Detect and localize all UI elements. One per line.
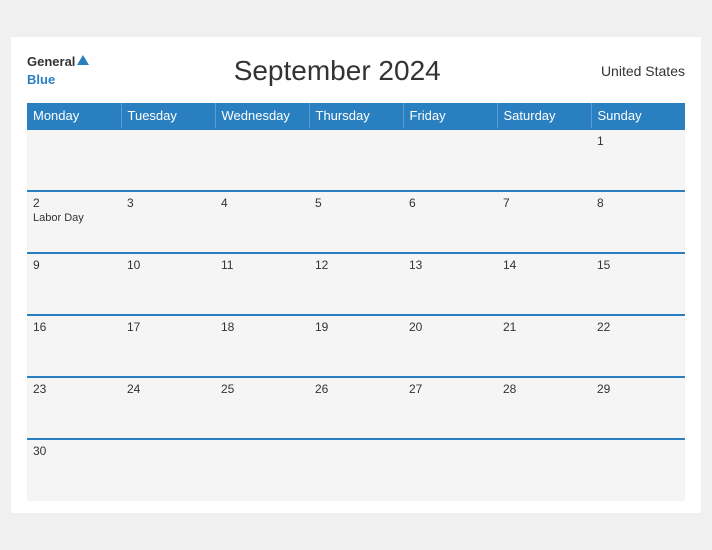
calendar-cell: 15 — [591, 253, 685, 315]
day-number: 9 — [33, 258, 115, 272]
calendar-cell: 9 — [27, 253, 121, 315]
day-number: 10 — [127, 258, 209, 272]
day-number: 16 — [33, 320, 115, 334]
calendar-cell — [121, 129, 215, 191]
calendar-cell: 30 — [27, 439, 121, 501]
week-row-1: 1 — [27, 129, 685, 191]
calendar-cell: 18 — [215, 315, 309, 377]
day-number: 13 — [409, 258, 491, 272]
calendar-cell: 17 — [121, 315, 215, 377]
calendar-cell: 19 — [309, 315, 403, 377]
week-row-6: 30 — [27, 439, 685, 501]
day-number: 11 — [221, 258, 303, 272]
calendar-cell: 2 Labor Day — [27, 191, 121, 253]
calendar-cell: 23 — [27, 377, 121, 439]
country-label: United States — [585, 63, 685, 79]
weekday-header-thursday: Thursday — [309, 103, 403, 129]
calendar-cell: 8 — [591, 191, 685, 253]
calendar-cell: 14 — [497, 253, 591, 315]
header: General Blue September 2024 United State… — [27, 53, 685, 88]
day-number: 19 — [315, 320, 397, 334]
day-number: 28 — [503, 382, 585, 396]
weekday-header-saturday: Saturday — [497, 103, 591, 129]
weekday-header-wednesday: Wednesday — [215, 103, 309, 129]
day-number: 12 — [315, 258, 397, 272]
weekday-header-tuesday: Tuesday — [121, 103, 215, 129]
calendar-cell: 24 — [121, 377, 215, 439]
day-number: 23 — [33, 382, 115, 396]
day-number: 4 — [221, 196, 303, 210]
day-number: 20 — [409, 320, 491, 334]
calendar-cell — [215, 129, 309, 191]
calendar-cell: 5 — [309, 191, 403, 253]
calendar-cell: 27 — [403, 377, 497, 439]
calendar-cell: 28 — [497, 377, 591, 439]
day-number: 8 — [597, 196, 679, 210]
day-number: 6 — [409, 196, 491, 210]
weekday-header-sunday: Sunday — [591, 103, 685, 129]
week-row-3: 9 10 11 12 13 14 15 — [27, 253, 685, 315]
logo-general-text: General — [27, 54, 75, 69]
week-row-4: 16 17 18 19 20 21 22 — [27, 315, 685, 377]
logo-blue-text: Blue — [27, 72, 55, 87]
calendar-cell — [309, 129, 403, 191]
calendar-cell: 3 — [121, 191, 215, 253]
calendar-cell: 6 — [403, 191, 497, 253]
day-number: 26 — [315, 382, 397, 396]
day-number: 2 — [33, 196, 115, 210]
calendar-cell: 22 — [591, 315, 685, 377]
calendar-cell — [403, 439, 497, 501]
calendar-cell: 16 — [27, 315, 121, 377]
day-number: 3 — [127, 196, 209, 210]
calendar-cell: 1 — [591, 129, 685, 191]
day-number: 1 — [597, 134, 679, 148]
week-row-2: 2 Labor Day 345678 — [27, 191, 685, 253]
calendar-container: General Blue September 2024 United State… — [11, 37, 701, 512]
weekday-header-monday: Monday — [27, 103, 121, 129]
day-number: 24 — [127, 382, 209, 396]
calendar-cell: 13 — [403, 253, 497, 315]
logo-line2: Blue — [27, 71, 89, 89]
calendar-cell: 25 — [215, 377, 309, 439]
logo-line1: General — [27, 53, 89, 71]
day-number: 17 — [127, 320, 209, 334]
day-number: 15 — [597, 258, 679, 272]
logo-triangle-icon — [77, 55, 89, 65]
calendar-cell: 26 — [309, 377, 403, 439]
calendar-cell — [121, 439, 215, 501]
calendar-cell: 4 — [215, 191, 309, 253]
calendar-cell: 11 — [215, 253, 309, 315]
calendar-cell — [497, 439, 591, 501]
weekday-header-row: MondayTuesdayWednesdayThursdayFridaySatu… — [27, 103, 685, 129]
calendar-cell: 20 — [403, 315, 497, 377]
day-number: 30 — [33, 444, 115, 458]
day-number: 27 — [409, 382, 491, 396]
calendar-cell: 21 — [497, 315, 591, 377]
day-number: 29 — [597, 382, 679, 396]
calendar-cell — [309, 439, 403, 501]
day-number: 5 — [315, 196, 397, 210]
calendar-cell: 7 — [497, 191, 591, 253]
day-number: 18 — [221, 320, 303, 334]
calendar-cell — [27, 129, 121, 191]
calendar-cell — [497, 129, 591, 191]
day-number: 7 — [503, 196, 585, 210]
week-row-5: 23 24 25 26 27 28 29 — [27, 377, 685, 439]
calendar-cell: 29 — [591, 377, 685, 439]
calendar-cell: 12 — [309, 253, 403, 315]
logo: General Blue — [27, 53, 89, 88]
day-number: 21 — [503, 320, 585, 334]
weekday-header-friday: Friday — [403, 103, 497, 129]
calendar-cell — [215, 439, 309, 501]
day-event: Labor Day — [33, 212, 115, 224]
day-number: 14 — [503, 258, 585, 272]
calendar-cell: 10 — [121, 253, 215, 315]
day-number: 22 — [597, 320, 679, 334]
month-title: September 2024 — [89, 55, 585, 87]
calendar-cell — [591, 439, 685, 501]
calendar-table: MondayTuesdayWednesdayThursdayFridaySatu… — [27, 103, 685, 501]
calendar-cell — [403, 129, 497, 191]
day-number: 25 — [221, 382, 303, 396]
